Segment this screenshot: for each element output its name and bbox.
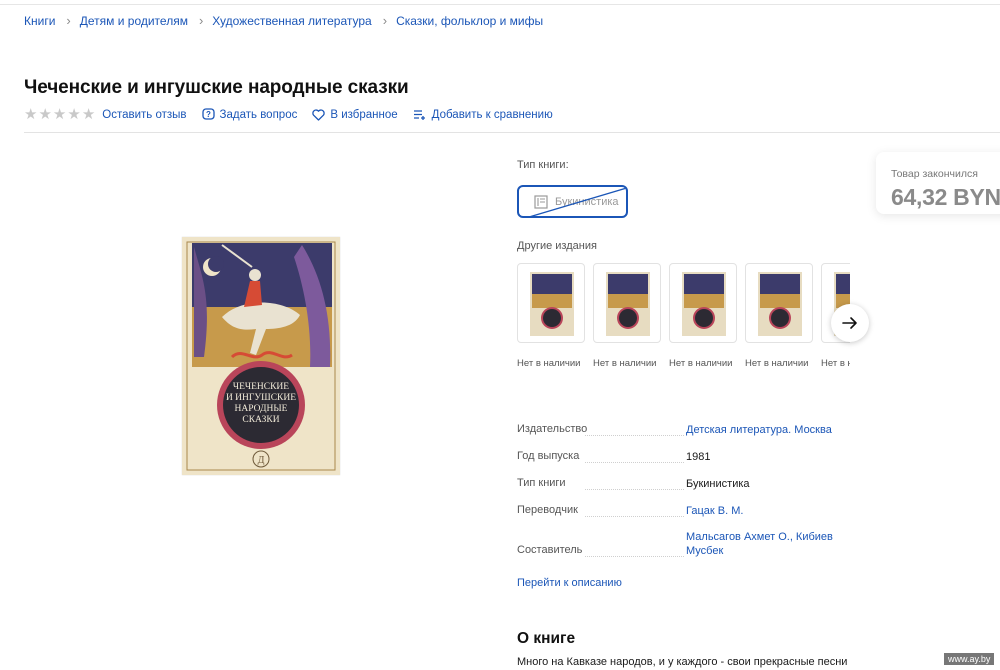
property-value-year: 1981 [686, 451, 711, 463]
breadcrumb-item-fairy-tales[interactable]: Сказки, фольклор и мифы [396, 14, 543, 28]
cover-title-line-4: СКАЗКИ [242, 415, 279, 425]
property-value-publisher[interactable]: Детская литература. Москва [686, 423, 846, 437]
dotted-leader [585, 435, 684, 436]
question-bubble-icon: ? [201, 108, 215, 121]
price-card: Товар закончился 64,32 BYN [876, 152, 1000, 214]
star-icon: ★ [38, 106, 52, 123]
book-cover-image[interactable]: ЧЕЧЕНСКИЕ И ИНГУШСКИЕ НАРОДНЫЕ СКАЗКИ Д [182, 237, 340, 475]
compare-label: Добавить к сравнению [431, 108, 553, 121]
unavailable-strike-icon [530, 187, 626, 216]
add-to-compare-button[interactable]: Добавить к сравнению [413, 109, 553, 121]
stock-status: Товар закончился [891, 168, 978, 180]
cover-title-line-1: ЧЕЧЕНСКИЕ [233, 382, 289, 392]
publisher-logo: Д [258, 455, 265, 466]
ask-question-label: Задать вопрос [219, 108, 298, 121]
star-icon: ★ [81, 106, 96, 123]
product-price: 64,32 BYN [891, 184, 1000, 210]
property-value-book-type: Букинистика [686, 478, 750, 490]
dotted-leader [585, 516, 684, 517]
product-actions: ★ ★ ★ ★ ★ Оставить отзыв ? Задать вопрос… [24, 107, 568, 122]
header-divider [24, 132, 1000, 133]
top-border [0, 0, 1000, 5]
property-key: Издательство [517, 423, 588, 435]
chevron-right-icon: › [66, 13, 71, 28]
other-editions-carousel: Нет в наличии Нет в наличии Нет в наличи… [517, 263, 850, 373]
breadcrumb: Книги › Детям и родителям › Художественн… [24, 13, 543, 28]
edition-status: Нет в наличии [593, 358, 657, 369]
edition-thumbnail [745, 263, 813, 343]
breadcrumb-item-fiction[interactable]: Художественная литература [212, 14, 371, 28]
edition-status: Нет в наличии [517, 358, 581, 369]
favorites-label: В избранное [330, 108, 398, 121]
go-to-description-link[interactable]: Перейти к описанию [517, 577, 622, 589]
svg-text:?: ? [206, 110, 211, 119]
edition-status: Нет в наличии [669, 358, 733, 369]
edition-thumbnail [517, 263, 585, 343]
dotted-leader [585, 556, 684, 557]
star-icon: ★ [67, 106, 81, 123]
property-key: Составитель [517, 544, 583, 556]
star-icon: ★ [24, 106, 38, 123]
about-book-text: Много на Кавказе народов, и у каждого - … [517, 656, 848, 668]
leave-review-label: Оставить отзыв [102, 108, 187, 121]
ask-question-button[interactable]: ? Задать вопрос [201, 108, 298, 121]
cover-title-line-3: НАРОДНЫЕ [235, 404, 288, 414]
property-value-compiler[interactable]: Мальсагов Ахмет О., Кибиев Мусбек [686, 530, 846, 558]
watermark: www.ay.by [944, 653, 995, 665]
chevron-right-icon: › [382, 13, 388, 28]
edition-thumbnail [669, 263, 737, 343]
book-type-label: Тип книги: [517, 159, 569, 171]
edition-status: Нет в наличии [821, 358, 850, 369]
cover-title-line-2: И ИНГУШСКИЕ [226, 393, 296, 403]
carousel-next-button[interactable] [831, 304, 869, 342]
edition-card[interactable]: Нет в наличии [669, 263, 737, 369]
add-to-favorites-button[interactable]: В избранное [312, 108, 398, 121]
property-key: Тип книги [517, 477, 566, 489]
arrow-right-icon [842, 317, 857, 329]
breadcrumb-item-children-parents[interactable]: Детям и родителям [80, 14, 188, 28]
star-icon: ★ [52, 106, 67, 123]
property-key: Год выпуска [517, 450, 580, 462]
rating-stars[interactable]: ★ ★ ★ ★ ★ [24, 107, 95, 122]
dotted-leader [585, 462, 684, 463]
property-value-translator[interactable]: Гацак В. М. [686, 504, 846, 518]
book-type-option-secondhand[interactable]: Букинистика [517, 185, 628, 218]
edition-thumbnail [593, 263, 661, 343]
breadcrumb-item-books[interactable]: Книги [24, 14, 55, 28]
other-editions-label: Другие издания [517, 240, 597, 252]
edition-status: Нет в наличии [745, 358, 809, 369]
leave-review-button[interactable]: Оставить отзыв [102, 109, 186, 121]
about-book-heading: О книге [517, 630, 576, 647]
edition-card[interactable]: Нет в наличии [517, 263, 585, 369]
dotted-leader [585, 489, 684, 490]
property-key: Переводчик [517, 504, 578, 516]
heart-icon [312, 108, 326, 121]
page-title: Чеченские и ингушские народные сказки [24, 77, 409, 98]
edition-card[interactable]: Нет в наличии [593, 263, 661, 369]
edition-card[interactable]: Нет в наличии [745, 263, 813, 369]
chevron-right-icon: › [198, 13, 204, 28]
compare-list-icon [413, 109, 427, 120]
